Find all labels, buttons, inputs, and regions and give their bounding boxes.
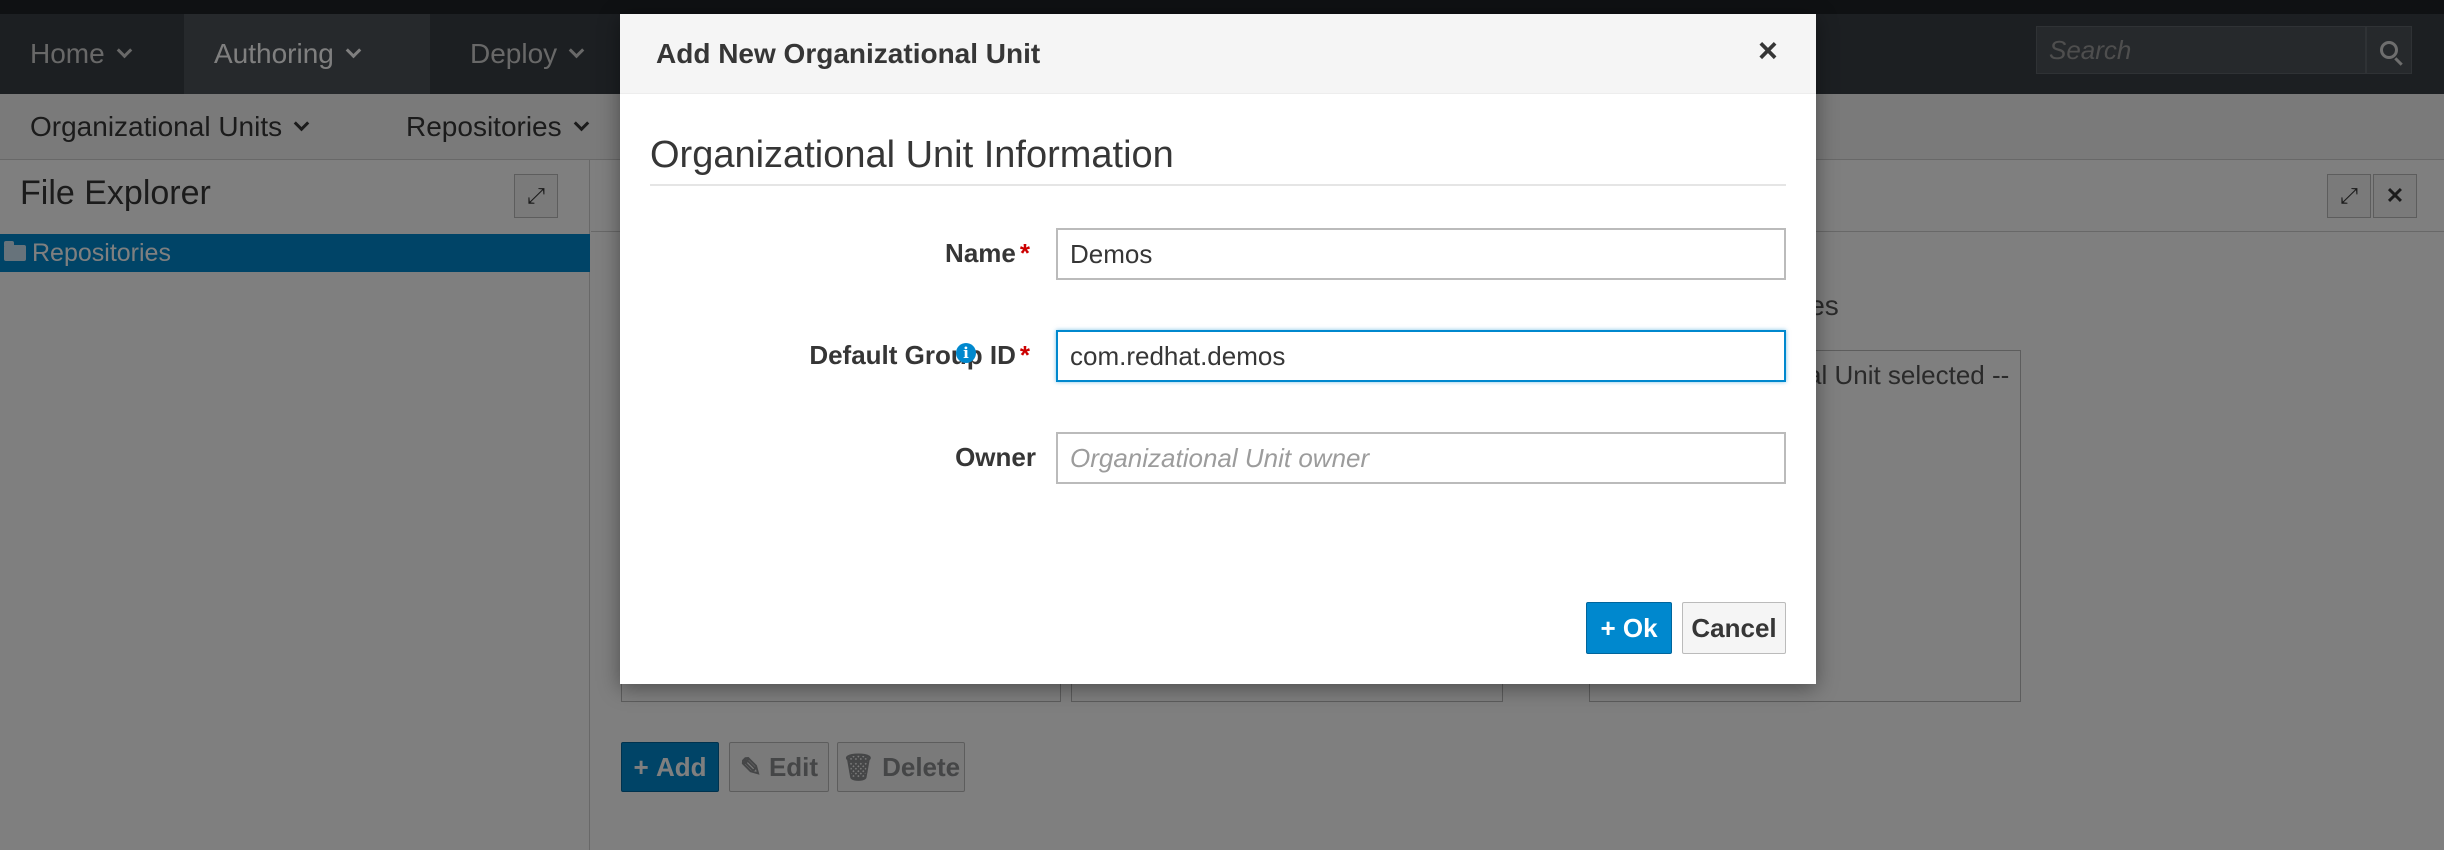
- owner-input[interactable]: [1056, 432, 1786, 484]
- default-group-id-input[interactable]: [1056, 330, 1786, 382]
- required-marker: *: [1019, 238, 1030, 268]
- required-marker: *: [1019, 340, 1030, 370]
- name-label: Name *: [945, 238, 1030, 268]
- dialog-title: Add New Organizational Unit: [656, 38, 1041, 69]
- close-icon: ×: [1758, 32, 1778, 70]
- dialog-header: Add New Organizational Unit ×: [620, 14, 1816, 94]
- section-divider: [650, 184, 1786, 186]
- ok-button[interactable]: + Ok: [1586, 602, 1672, 654]
- owner-label: Owner: [955, 442, 1036, 472]
- default-group-id-label: Default Group ID *: [809, 340, 1030, 370]
- name-input[interactable]: [1056, 228, 1786, 280]
- add-organizational-unit-dialog: Add New Organizational Unit × Organizati…: [620, 14, 1816, 684]
- cancel-button[interactable]: Cancel: [1682, 602, 1786, 654]
- plus-icon: +: [1600, 612, 1623, 643]
- section-title: Organizational Unit Information: [650, 134, 1174, 176]
- close-dialog-button[interactable]: ×: [1758, 32, 1778, 71]
- info-icon[interactable]: i: [956, 343, 976, 363]
